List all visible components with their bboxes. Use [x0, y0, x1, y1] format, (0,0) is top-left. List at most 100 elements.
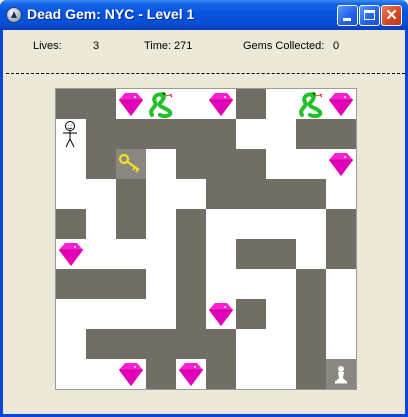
maze-floor [266, 89, 296, 119]
maze-wall [86, 149, 116, 179]
maze-wall [326, 119, 356, 149]
maze-wall [116, 209, 146, 239]
maze-floor [236, 269, 266, 299]
maze-floor [236, 119, 266, 149]
maze-wall [146, 119, 176, 149]
maze-floor [146, 299, 176, 329]
maze-floor [176, 179, 206, 209]
maze-floor [86, 299, 116, 329]
maze-floor [326, 179, 356, 209]
time-value: 271 [174, 40, 193, 52]
maze-wall [296, 179, 326, 209]
gem-icon [326, 89, 356, 119]
maze-wall [296, 299, 326, 329]
maze-floor [266, 329, 296, 359]
close-button[interactable]: ✕ [381, 5, 402, 26]
maze-wall [56, 269, 86, 299]
gem-icon [206, 299, 236, 329]
maze-floor [116, 239, 146, 269]
maze-wall [176, 149, 206, 179]
maze-floor [146, 209, 176, 239]
maze-floor [116, 299, 146, 329]
maze-wall [176, 119, 206, 149]
gem-icon [56, 239, 86, 269]
maze-wall [326, 239, 356, 269]
maze-wall [236, 299, 266, 329]
minimize-button[interactable] [337, 5, 358, 26]
maze-wall [236, 89, 266, 119]
maze-floor [266, 119, 296, 149]
maze-wall [116, 269, 146, 299]
time-label: Time: [144, 40, 172, 52]
maze-floor [236, 329, 266, 359]
maze-wall [236, 239, 266, 269]
maze-floor [326, 269, 356, 299]
maze-floor [266, 269, 296, 299]
maze-wall [266, 179, 296, 209]
gems-collected-label: Gems Collected: [243, 40, 325, 52]
snake-enemy-icon [296, 89, 326, 119]
maze-wall [176, 239, 206, 269]
maze-wall [296, 269, 326, 299]
maze-wall [86, 329, 116, 359]
maze-wall [326, 209, 356, 239]
maze-floor [326, 299, 356, 329]
maximize-icon [364, 10, 375, 20]
exit-pawn-icon [326, 359, 356, 389]
maze-board[interactable] [55, 88, 357, 390]
gem-icon [116, 359, 146, 389]
maze-wall [116, 119, 146, 149]
maze-floor [86, 239, 116, 269]
gem-icon [176, 359, 206, 389]
maze-wall [206, 149, 236, 179]
maze-wall [266, 239, 296, 269]
maze-wall [176, 329, 206, 359]
maze-floor [146, 149, 176, 179]
app-icon[interactable] [6, 7, 22, 23]
maze-floor [86, 179, 116, 209]
gem-icon [326, 149, 356, 179]
maze-wall [206, 329, 236, 359]
maze-wall [86, 89, 116, 119]
gem-icon [116, 89, 146, 119]
maze-floor [296, 209, 326, 239]
maze-wall [176, 209, 206, 239]
maze-wall [296, 329, 326, 359]
maze-floor [326, 329, 356, 359]
maze-floor [236, 209, 266, 239]
maze-wall [86, 269, 116, 299]
maze-floor [86, 209, 116, 239]
maze-floor [236, 359, 266, 389]
player-stickman-icon [56, 119, 86, 149]
maze-floor [146, 179, 176, 209]
gem-icon [206, 89, 236, 119]
title-bar[interactable]: Dead Gem: NYC - Level 1 ✕ [0, 0, 408, 30]
maze-wall [236, 149, 266, 179]
maze-wall [206, 359, 236, 389]
maze-wall [56, 209, 86, 239]
maze-wall [146, 359, 176, 389]
maximize-button[interactable] [359, 5, 380, 26]
maze-floor [56, 359, 86, 389]
gems-collected-value: 0 [333, 40, 340, 52]
maze-floor [146, 239, 176, 269]
maze-floor [56, 149, 86, 179]
maze-wall [296, 359, 326, 389]
maze-wall [296, 119, 326, 149]
maze-wall [116, 329, 146, 359]
maze-floor [176, 89, 206, 119]
minimize-icon [343, 18, 351, 21]
maze-wall [206, 119, 236, 149]
game-window: Dead Gem: NYC - Level 1 ✕ Lives: 3 Time:… [0, 0, 408, 417]
maze-floor [266, 149, 296, 179]
maze-floor [56, 179, 86, 209]
lives-label: Lives: [33, 40, 62, 52]
maze-wall [146, 329, 176, 359]
maze-wall [176, 299, 206, 329]
maze-floor [206, 269, 236, 299]
maze-floor [296, 149, 326, 179]
lives-value: 3 [93, 40, 100, 52]
window-title: Dead Gem: NYC - Level 1 [27, 6, 195, 22]
maze-wall [116, 179, 146, 209]
close-icon: ✕ [385, 7, 398, 24]
